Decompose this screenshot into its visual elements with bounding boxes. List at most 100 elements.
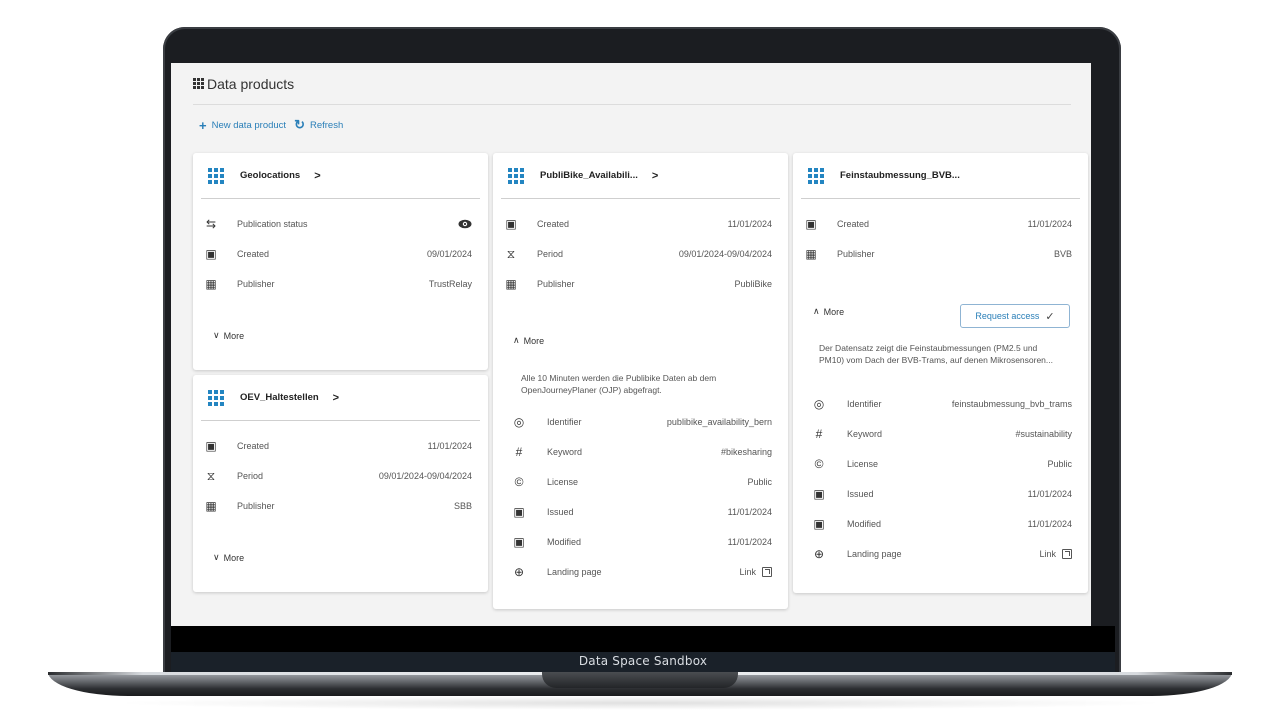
app-header: Data products: [193, 63, 1071, 105]
hashtag-icon: #: [815, 427, 823, 441]
laptop-shadow: [110, 696, 1170, 710]
row-value: 11/01/2024: [1027, 489, 1072, 499]
row-publication-status: ⇆ Publication status: [201, 214, 472, 234]
calendar-icon: ▣: [513, 535, 525, 549]
row-value: 11/01/2024: [727, 219, 772, 229]
row-identifier: ◎ Identifier publibike_availability_bern: [509, 412, 772, 432]
description: Alle 10 Minuten werden die Publibike Dat…: [521, 373, 717, 395]
request-access-button[interactable]: Request access ✓: [960, 304, 1070, 328]
row-label: Identifier: [547, 417, 582, 427]
row-label: Keyword: [847, 429, 883, 439]
new-data-product-button[interactable]: + New data product: [199, 118, 286, 133]
calendar-icon: ▣: [205, 247, 217, 261]
row-value: Public: [1047, 459, 1072, 469]
refresh-button[interactable]: ↻ Refresh: [294, 117, 343, 133]
more-label: More: [523, 335, 545, 346]
chevron-right-icon[interactable]: >: [314, 170, 320, 182]
row-value: SBB: [453, 501, 472, 511]
row-value: 09/01/2024-09/04/2024: [378, 471, 472, 481]
row-publisher: ▦ Publisher TrustRelay: [201, 274, 472, 294]
row-label: Issued: [547, 507, 574, 517]
row-value: #sustainability: [1015, 429, 1072, 439]
data-product-icon: [208, 167, 224, 184]
more-label: More: [823, 306, 845, 317]
eye-icon[interactable]: [458, 219, 472, 229]
row-modified: ▣ Modified 11/01/2024: [509, 532, 772, 552]
row-value: Public: [747, 477, 772, 487]
more-toggle[interactable]: ∨ More: [213, 330, 244, 341]
toolbar: + New data product ↻ Refresh: [199, 117, 351, 133]
card-header[interactable]: Geolocations >: [201, 153, 480, 199]
row-value: TrustRelay: [428, 279, 472, 289]
more-label: More: [223, 330, 245, 341]
link-label: Link: [1039, 549, 1056, 559]
row-label: Publisher: [537, 279, 575, 289]
row-created: ▣ Created 11/01/2024: [501, 214, 772, 234]
calendar-icon: ▣: [505, 217, 517, 231]
row-landing-page: ⊕ Landing page Link: [809, 544, 1072, 564]
card-oev-haltestellen: OEV_Haltestellen > ▣ Created 11/01/2024 …: [193, 375, 488, 592]
external-link-icon: [1062, 549, 1072, 559]
chevron-right-icon[interactable]: >: [652, 170, 658, 182]
row-label: Modified: [847, 519, 882, 529]
card-header[interactable]: OEV_Haltestellen >: [201, 375, 480, 421]
row-value: PubliBike: [734, 279, 772, 289]
more-toggle[interactable]: ∧ More: [813, 306, 844, 317]
app-screen: Data products + New data product ↻ Refre…: [171, 63, 1091, 626]
more-toggle[interactable]: ∨ More: [213, 552, 244, 563]
data-product-icon: [208, 389, 224, 406]
row-label: Publisher: [237, 279, 275, 289]
card-publibike: PubliBike_Availabili... > ▣ Created 11/0…: [493, 153, 788, 609]
refresh-icon: ↻: [294, 117, 305, 132]
calendar-icon: ▣: [813, 487, 825, 501]
more-toggle[interactable]: ∧ More: [513, 335, 544, 346]
row-value: 09/01/2024: [426, 249, 472, 259]
row-value: BVB: [1053, 249, 1072, 259]
row-value: feinstaubmessung_bvb_trams: [951, 399, 1072, 409]
card-title: PubliBike_Availabili...: [540, 170, 638, 181]
sync-icon: ⇆: [205, 217, 217, 231]
row-value: publibike_availability_bern: [666, 417, 772, 427]
data-product-icon: [508, 167, 524, 184]
chevron-up-icon: ∧: [513, 335, 520, 345]
landing-page-link[interactable]: Link: [1039, 549, 1072, 559]
chevron-up-icon: ∧: [813, 306, 820, 316]
laptop-notch: [542, 672, 738, 688]
calendar-icon: ▣: [205, 439, 217, 453]
calendar-icon: ▣: [513, 505, 525, 519]
external-link-icon: [762, 567, 772, 577]
chevron-right-icon[interactable]: >: [333, 392, 339, 404]
row-value: 11/01/2024: [427, 441, 472, 451]
laptop-label: Data Space Sandbox: [171, 652, 1115, 672]
row-label: Identifier: [847, 399, 882, 409]
row-label: Created: [237, 441, 270, 451]
row-value: 11/01/2024: [1027, 219, 1072, 229]
card-feinstaubmessung: Feinstaubmessung_BVB... ▣ Created 11/01/…: [793, 153, 1088, 593]
row-label: Modified: [547, 537, 582, 547]
row-issued: ▣ Issued 11/01/2024: [809, 484, 1072, 504]
row-modified: ▣ Modified 11/01/2024: [809, 514, 1072, 534]
card-header[interactable]: PubliBike_Availabili... >: [501, 153, 780, 199]
hourglass-icon: ⧖: [206, 468, 216, 483]
row-identifier: ◎ Identifier feinstaubmessung_bvb_trams: [809, 394, 1072, 414]
row-label: Created: [837, 219, 870, 229]
landing-page-link[interactable]: Link: [739, 567, 772, 577]
chevron-down-icon: ∨: [213, 330, 220, 340]
globe-icon: ⊕: [513, 565, 525, 579]
more-label: More: [223, 552, 245, 563]
hashtag-icon: #: [515, 445, 523, 459]
row-license: © License Public: [809, 454, 1072, 474]
row-label: License: [547, 477, 579, 487]
card-header[interactable]: Feinstaubmessung_BVB...: [801, 153, 1080, 199]
building-icon: ▦: [205, 499, 217, 513]
row-label: Publisher: [837, 249, 875, 259]
row-label: License: [847, 459, 879, 469]
building-icon: ▦: [505, 277, 517, 291]
row-label: Keyword: [547, 447, 583, 457]
refresh-label: Refresh: [309, 119, 344, 131]
building-icon: ▦: [205, 277, 217, 291]
link-label: Link: [739, 567, 756, 577]
screen-bottom-bar: [171, 626, 1115, 652]
row-license: © License Public: [509, 472, 772, 492]
row-label: Created: [237, 249, 270, 259]
